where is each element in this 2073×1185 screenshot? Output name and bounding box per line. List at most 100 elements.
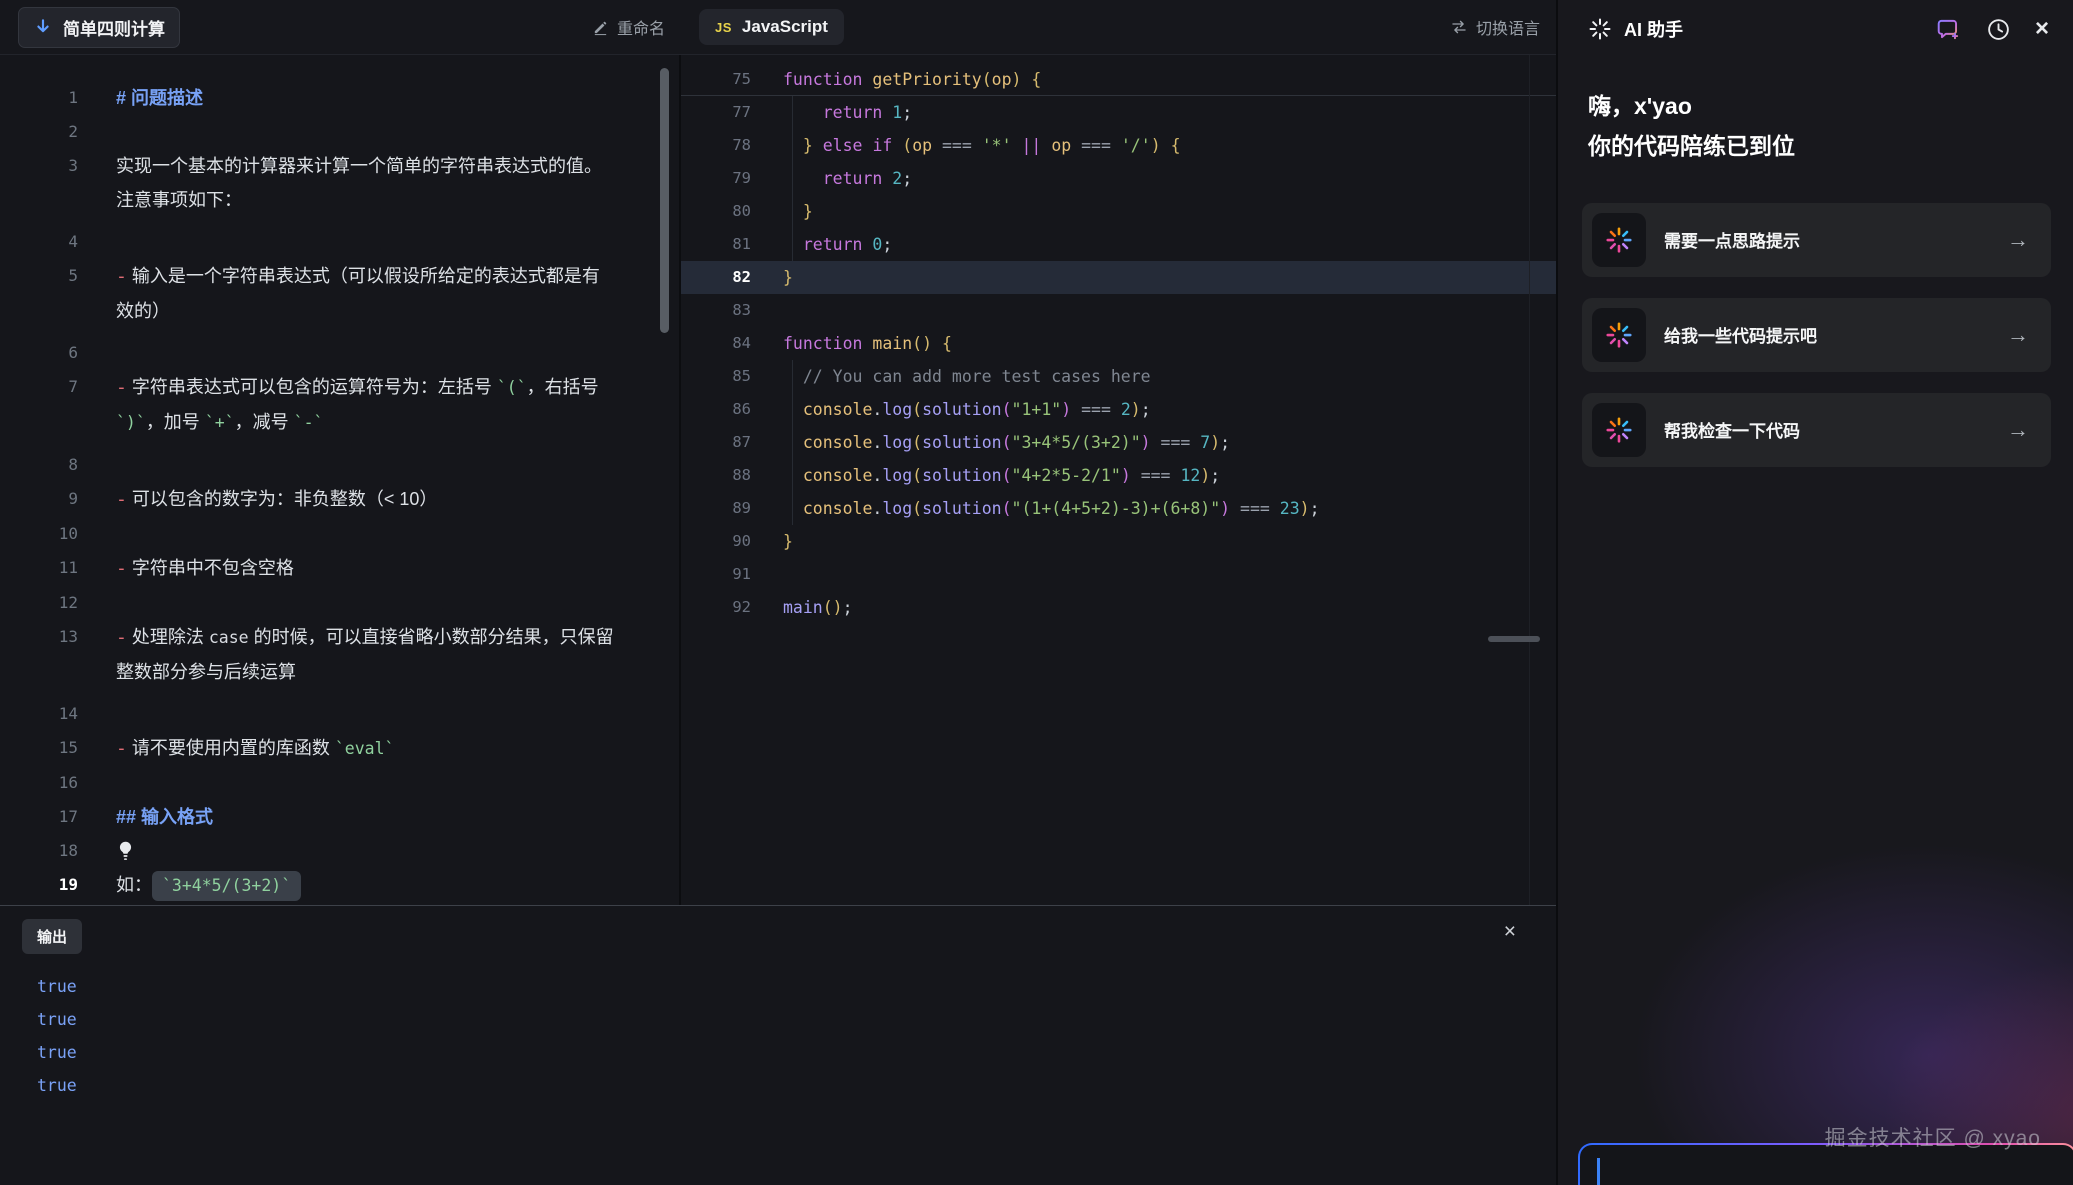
code-line[interactable]: 82} <box>681 261 1556 294</box>
md-line[interactable]: 15- 请不要使用内置的库函数 `eval` <box>0 731 679 766</box>
code-editor[interactable]: 75function getPriority(op) {77 return 1;… <box>681 55 1556 905</box>
code-line[interactable]: 86 console.log(solution("1+1") === 2); <box>681 393 1556 426</box>
md-line[interactable]: 9- 可以包含的数字为：非负整数（< 10） <box>0 482 679 517</box>
md-line-content: - 可以包含的数字为：非负整数（< 10） <box>78 482 679 517</box>
code-line[interactable]: 87 console.log(solution("3+4*5/(3+2)") =… <box>681 426 1556 459</box>
md-line[interactable]: 13- 处理除法 case 的时候，可以直接省略小数部分结果，只保留整数部分参与… <box>0 620 679 689</box>
top-bar-left: 简单四则计算 重命名 <box>0 0 681 54</box>
greeting-line-1: 嗨，x'yao <box>1588 86 2073 126</box>
history-button[interactable] <box>1986 17 2011 42</box>
rename-button[interactable]: 重命名 <box>592 15 665 39</box>
output-line: true <box>0 1003 1556 1036</box>
arrow-down-icon <box>33 17 53 37</box>
line-number: 5 <box>0 259 78 328</box>
md-line-content <box>78 517 679 551</box>
line-number: 91 <box>681 558 751 591</box>
code-line[interactable]: 83 <box>681 294 1556 327</box>
line-number: 11 <box>0 551 78 586</box>
output-line: true <box>0 1036 1556 1069</box>
code-line[interactable]: 85 // You can add more test cases here <box>681 360 1556 393</box>
code-line-content: } <box>751 195 1556 228</box>
suggestion-card-3[interactable]: 帮我检查一下代码→ <box>1582 393 2051 467</box>
output-tab[interactable]: 输出 <box>22 919 82 954</box>
md-line[interactable]: 4 <box>0 225 679 259</box>
md-line-content: - 字符串中不包含空格 <box>78 551 679 586</box>
output-line: true <box>0 970 1556 1003</box>
code-line[interactable]: 78 } else if (op === '*' || op === '/') … <box>681 129 1556 162</box>
md-line-content: 实现一个基本的计算器来计算一个简单的字符串表达式的值。注意事项如下： <box>78 149 679 217</box>
arrow-right-icon: → <box>2007 322 2029 348</box>
md-line[interactable]: 6 <box>0 336 679 370</box>
new-chat-button[interactable] <box>1936 16 1962 42</box>
md-line-content <box>78 766 679 800</box>
md-line[interactable]: 5- 输入是一个字符串表达式（可以假设所给定的表达式都是有效的） <box>0 259 679 328</box>
code-line[interactable]: 92main(); <box>681 591 1556 624</box>
md-line-content: 如：`3+4*5/(3+2)` <box>78 868 679 902</box>
markdown-scrollbar[interactable] <box>660 68 669 333</box>
rename-label: 重命名 <box>617 15 665 39</box>
md-line[interactable]: 17## 输入格式 <box>0 800 679 834</box>
line-number: 81 <box>681 228 751 261</box>
sparkle-icon <box>1588 17 1612 41</box>
md-line[interactable]: 19如：`3+4*5/(3+2)` <box>0 868 679 902</box>
code-line-content: return 2; <box>751 162 1556 195</box>
code-line-content: console.log(solution("3+4*5/(3+2)") === … <box>751 426 1556 459</box>
md-line[interactable]: 8 <box>0 448 679 482</box>
line-number: 87 <box>681 426 751 459</box>
code-line[interactable]: 88 console.log(solution("4+2*5-2/1") ===… <box>681 459 1556 492</box>
line-number: 17 <box>0 800 78 834</box>
code-line[interactable]: 81 return 0; <box>681 228 1556 261</box>
line-number: 90 <box>681 525 751 558</box>
code-line-content: } else if (op === '*' || op === '/') { <box>751 129 1556 162</box>
starburst-icon-tile <box>1592 213 1646 267</box>
md-line-content: - 字符串表达式可以包含的运算符号为：左括号 `(`，右括号 `)`，加号 `+… <box>78 370 679 440</box>
suggestion-label: 帮我检查一下代码 <box>1664 417 2007 442</box>
close-assistant-button[interactable]: × <box>2035 17 2049 41</box>
problem-title-pill[interactable]: 简单四则计算 <box>18 7 180 48</box>
code-line[interactable]: 91 <box>681 558 1556 591</box>
editor-horizontal-scrollbar[interactable] <box>1488 636 1540 642</box>
js-icon: JS <box>715 20 732 35</box>
line-number: 13 <box>0 620 78 689</box>
code-line[interactable]: 75function getPriority(op) { <box>681 63 1556 96</box>
md-line[interactable]: 18 <box>0 834 679 868</box>
md-line[interactable]: 10 <box>0 517 679 551</box>
suggestion-card-1[interactable]: 需要一点思路提示→ <box>1582 203 2051 277</box>
editor-ruler <box>1529 55 1530 905</box>
output-close-icon[interactable]: × <box>1504 921 1516 942</box>
switch-language-button[interactable]: 切换语言 <box>1450 15 1540 39</box>
code-line[interactable]: 77 return 1; <box>681 96 1556 129</box>
md-line-content: - 处理除法 case 的时候，可以直接省略小数部分结果，只保留整数部分参与后续… <box>78 620 679 689</box>
problem-markdown-editor[interactable]: 1# 问题描述23实现一个基本的计算器来计算一个简单的字符串表达式的值。注意事项… <box>0 55 681 905</box>
md-line[interactable]: 7- 字符串表达式可以包含的运算符号为：左括号 `(`，右括号 `)`，加号 `… <box>0 370 679 440</box>
code-line[interactable]: 89 console.log(solution("(1+(4+5+2)-3)+(… <box>681 492 1556 525</box>
starburst-icon <box>1604 225 1634 255</box>
line-number: 4 <box>0 225 78 259</box>
line-number: 88 <box>681 459 751 492</box>
code-line-content: console.log(solution("4+2*5-2/1") === 12… <box>751 459 1556 492</box>
code-line[interactable]: 79 return 2; <box>681 162 1556 195</box>
md-line[interactable]: 14 <box>0 697 679 731</box>
line-number: 8 <box>0 448 78 482</box>
clock-icon <box>1986 17 2011 42</box>
md-line[interactable]: 1# 问题描述 <box>0 81 679 115</box>
line-number: 2 <box>0 115 78 149</box>
starburst-icon-tile <box>1592 308 1646 362</box>
code-line[interactable]: 84function main() { <box>681 327 1556 360</box>
line-number: 18 <box>0 834 78 868</box>
code-line[interactable]: 90} <box>681 525 1556 558</box>
suggestion-card-2[interactable]: 给我一些代码提示吧→ <box>1582 298 2051 372</box>
md-line[interactable]: 12 <box>0 586 679 620</box>
tab-javascript[interactable]: JS JavaScript <box>699 9 844 45</box>
ai-greeting: 嗨，x'yao 你的代码陪练已到位 <box>1588 86 2073 167</box>
md-line[interactable]: 2 <box>0 115 679 149</box>
md-line[interactable]: 16 <box>0 766 679 800</box>
line-number: 14 <box>0 697 78 731</box>
x-icon: × <box>2035 17 2049 41</box>
md-line-content <box>78 115 679 149</box>
md-line[interactable]: 11- 字符串中不包含空格 <box>0 551 679 586</box>
ai-assistant-header: AI 助手 <box>1558 0 2073 42</box>
md-line[interactable]: 3实现一个基本的计算器来计算一个简单的字符串表达式的值。注意事项如下： <box>0 149 679 217</box>
code-line[interactable]: 80 } <box>681 195 1556 228</box>
code-line-content <box>751 294 1556 327</box>
